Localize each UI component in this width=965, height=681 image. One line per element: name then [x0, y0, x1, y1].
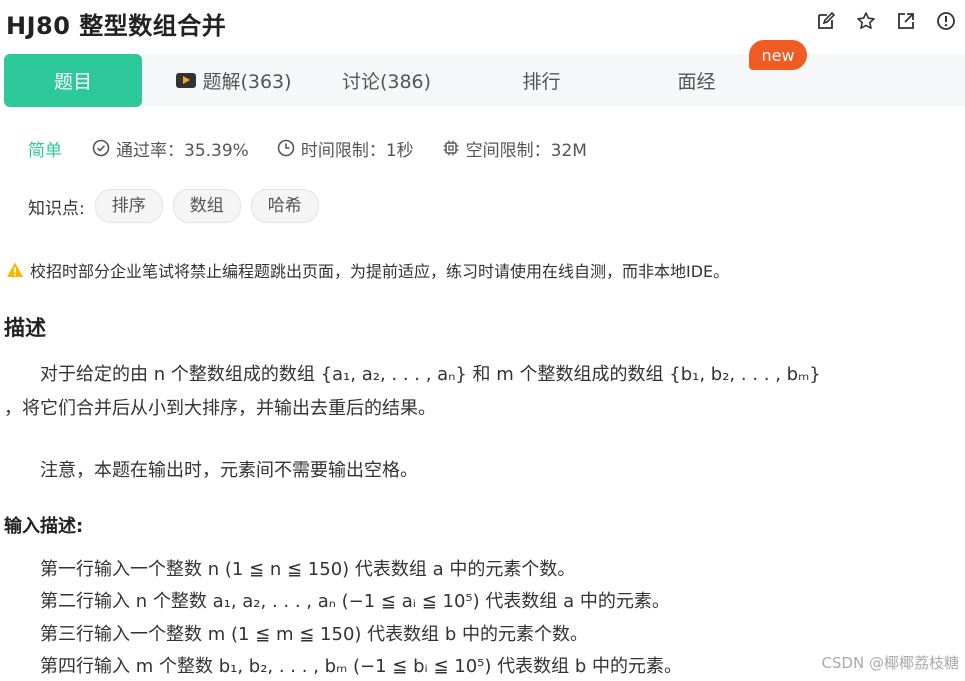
report-icon[interactable]	[935, 10, 957, 32]
tab-discussion-label: 讨论(386)	[341, 71, 432, 93]
memory-limit-text: 空间限制：32M	[465, 140, 587, 161]
check-circle-icon	[92, 139, 110, 157]
tab-solutions-label: 题解(363)	[202, 71, 292, 93]
clock-icon	[277, 139, 295, 157]
new-badge: new	[749, 40, 807, 70]
input-line-3: 第三行输入一个整数 m (1 ≦ m ≦ 150) 代表数组 b 中的元素个数。	[40, 624, 589, 645]
tab-ranking[interactable]: 排行	[474, 54, 609, 107]
tab-discussion[interactable]: 讨论(386)	[314, 54, 459, 107]
star-icon[interactable]	[855, 10, 877, 32]
input-heading: 输入描述:	[4, 516, 84, 537]
time-limit-text: 时间限制：1秒	[300, 140, 414, 161]
problem-header: HJ80 整型数组合并	[0, 0, 965, 48]
tab-solutions[interactable]: 题解(363)	[154, 54, 314, 107]
tab-problem-label: 题目	[53, 71, 92, 93]
tab-interview[interactable]: 面经	[629, 54, 764, 107]
tab-problem[interactable]: 题目	[4, 54, 142, 107]
input-line-1: 第一行输入一个整数 n (1 ≦ n ≦ 150) 代表数组 a 中的元素个数。	[40, 559, 576, 580]
knowledge-points: 知识点: 排序 数组 哈希	[28, 189, 319, 223]
description-line-1: 对于给定的由 n 个整数组成的数组 {a₁, a₂, . . . , aₙ} 和…	[40, 364, 821, 385]
exam-warning: 校招时部分企业笔试将禁止编程题跳出页面，为提前适应，练习时请使用在线自测，而非本…	[6, 258, 729, 282]
warning-text: 校招时部分企业笔试将禁止编程题跳出页面，为提前适应，练习时请使用在线自测，而非本…	[30, 262, 730, 281]
watermark: CSDN @椰椰荔枝糖	[821, 654, 959, 672]
share-icon[interactable]	[895, 10, 917, 32]
time-limit: 时间限制：1秒	[277, 136, 414, 161]
knowledge-label: 知识点:	[28, 198, 85, 219]
pass-rate: 通过率：35.39%	[92, 136, 249, 161]
tab-ranking-label: 排行	[522, 71, 561, 93]
problem-meta: 简单 通过率：35.39% 时间限制：1秒 空间限制：32M	[28, 136, 615, 161]
video-icon	[176, 73, 197, 88]
input-line-4: 第四行输入 m 个整数 b₁, b₂, . . . , bₘ (−1 ≦ bᵢ …	[40, 656, 682, 677]
chip-icon	[443, 140, 459, 156]
input-line-2: 第二行输入 n 个整数 a₁, a₂, . . . , aₙ (−1 ≦ aᵢ …	[40, 591, 670, 612]
tab-interview-label: 面经	[677, 71, 716, 93]
tag-chip-hash[interactable]: 哈希	[250, 189, 319, 223]
tab-bar: 题目 题解(363) 讨论(386) 排行 面经	[4, 54, 965, 107]
description-line-2: ，将它们合并后从小到大排序，并输出去重后的结果。	[4, 398, 436, 419]
pass-rate-text: 通过率：35.39%	[116, 140, 249, 161]
description-heading: 描述	[4, 316, 46, 340]
warning-icon	[7, 262, 23, 277]
tag-chip-sort[interactable]: 排序	[94, 189, 163, 223]
edit-icon[interactable]	[815, 10, 837, 32]
description-note: 注意，本题在输出时，元素间不需要输出空格。	[40, 460, 418, 481]
difficulty-label: 简单	[28, 140, 62, 161]
header-actions	[815, 10, 957, 32]
problem-title: HJ80 整型数组合并	[6, 12, 227, 40]
memory-limit: 空间限制：32M	[442, 136, 587, 161]
tag-chip-array[interactable]: 数组	[172, 189, 241, 223]
